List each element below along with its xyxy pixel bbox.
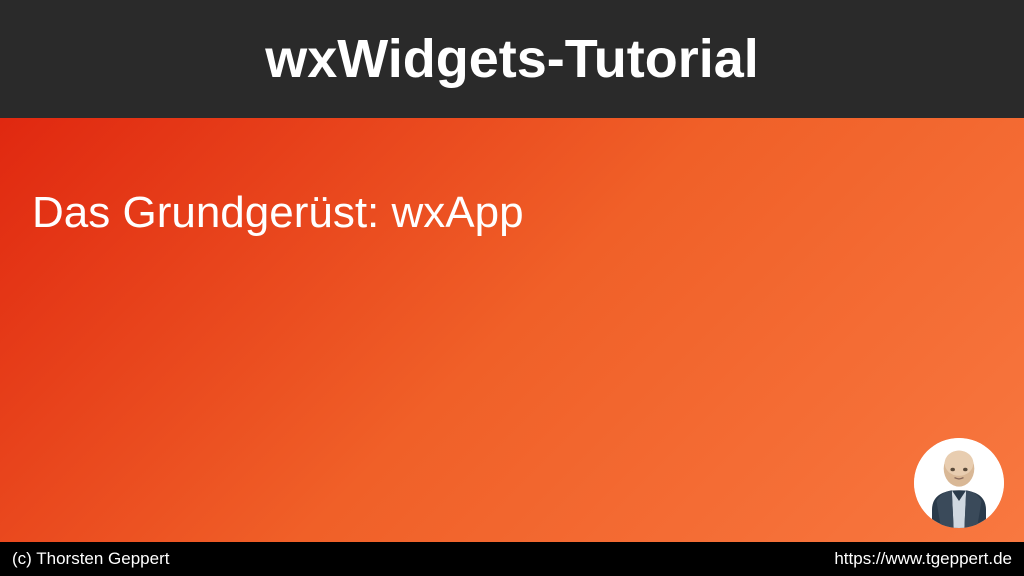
website-url: https://www.tgeppert.de bbox=[834, 549, 1012, 569]
main-content: Das Grundgerüst: wxApp bbox=[0, 118, 1024, 542]
footer-bar: (c) Thorsten Geppert https://www.tgepper… bbox=[0, 542, 1024, 576]
copyright-text: (c) Thorsten Geppert bbox=[12, 549, 169, 569]
slide-subtitle: Das Grundgerüst: wxApp bbox=[32, 188, 992, 238]
person-icon bbox=[914, 438, 1004, 528]
author-avatar bbox=[914, 438, 1004, 528]
page-title: wxWidgets-Tutorial bbox=[265, 28, 759, 90]
header-bar: wxWidgets-Tutorial bbox=[0, 0, 1024, 118]
